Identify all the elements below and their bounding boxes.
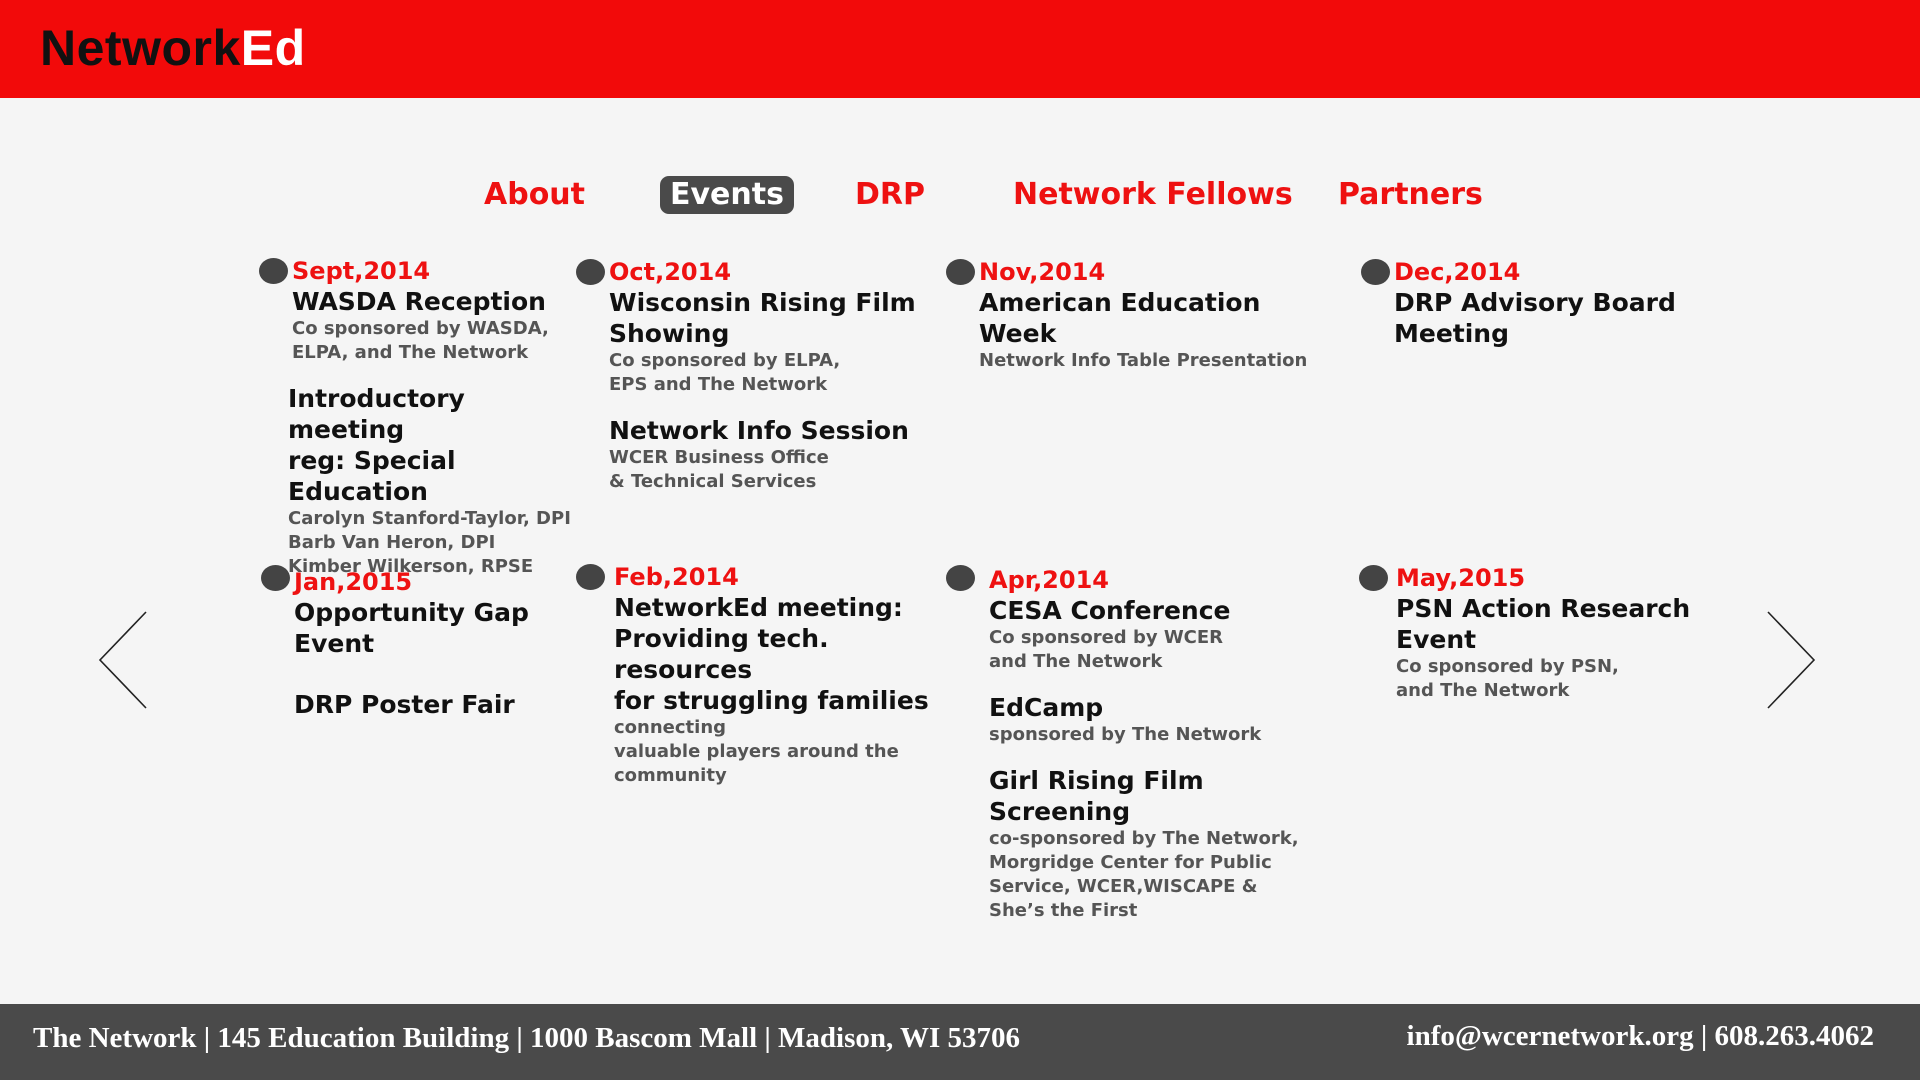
nav-about[interactable]: About <box>484 176 585 214</box>
event-date: Apr,2014 <box>989 566 1109 594</box>
event-date: Feb,2014 <box>614 563 739 591</box>
timeline-dot <box>576 259 605 285</box>
timeline-dot <box>1361 259 1390 285</box>
event-entry: PSN Action Research Event Co sponsored b… <box>1396 593 1776 703</box>
event-entry: Introductory meeting reg: Special Educat… <box>288 383 582 579</box>
event-jan-2015: Jan,2015 Opportunity Gap Event DRP Poste… <box>261 565 574 720</box>
event-title: EdCamp <box>989 693 1104 722</box>
event-desc: Co sponsored by WASDA, ELPA, and The Net… <box>292 318 549 363</box>
event-title: Opportunity Gap Event <box>294 598 529 658</box>
event-desc: connecting valuable players around the c… <box>614 717 899 786</box>
nav-events[interactable]: Events <box>660 176 794 214</box>
event-title: WASDA Reception <box>292 287 546 316</box>
event-date: May,2015 <box>1396 564 1526 592</box>
footer-address: The Network | 145 Education Building | 1… <box>33 1022 1021 1054</box>
event-dec-2014: Dec,2014 DRP Advisory Board Meeting <box>1361 257 1794 349</box>
event-date: Jan,2015 <box>294 568 413 596</box>
event-entry: American Education Week Network Info Tab… <box>979 287 1339 373</box>
event-desc: Co sponsored by WCER and The Network <box>989 627 1224 672</box>
event-desc: Co sponsored by ELPA, EPS and The Networ… <box>609 350 841 395</box>
event-entry: Opportunity Gap Event <box>294 597 574 659</box>
event-title: CESA Conference <box>989 596 1231 625</box>
timeline-dot <box>946 565 975 591</box>
event-desc: co-sponsored by The Network, Morgridge C… <box>989 828 1299 921</box>
footer-bar: The Network | 145 Education Building | 1… <box>0 1004 1920 1080</box>
nav-network-fellows[interactable]: Network Fellows <box>1013 176 1293 214</box>
event-date: Nov,2014 <box>979 258 1106 286</box>
event-entry: EdCamp sponsored by The Network <box>989 692 1329 747</box>
event-title: Girl Rising Film Screening <box>989 766 1204 826</box>
prev-arrow-icon[interactable] <box>98 610 148 710</box>
timeline-dot <box>259 258 288 284</box>
nav-partners[interactable]: Partners <box>1338 176 1483 214</box>
timeline-dot <box>1359 565 1388 591</box>
event-title: Wisconsin Rising Film Showing <box>609 288 916 348</box>
event-date: Oct,2014 <box>609 258 732 286</box>
event-feb-2014: Feb,2014 NetworkEd meeting: Providing te… <box>576 562 954 788</box>
event-entry: Wisconsin Rising Film Showing Co sponsor… <box>609 287 939 397</box>
logo-text-network: Network <box>40 20 241 76</box>
header-bar: NetworkEd <box>0 0 1920 98</box>
event-title: DRP Advisory Board Meeting <box>1394 288 1676 348</box>
event-title: Introductory meeting reg: Special Educat… <box>288 384 465 506</box>
event-sept-2014: Sept,2014 WASDA Reception Co sponsored b… <box>259 256 582 579</box>
event-apr-2014: Apr,2014 CESA Conference Co sponsored by… <box>946 565 1329 923</box>
event-desc: WCER Business Office & Technical Service… <box>609 447 829 492</box>
event-entry: NetworkEd meeting: Providing tech. resou… <box>614 592 954 788</box>
timeline-dot <box>261 565 290 591</box>
event-entry: Network Info Session WCER Business Offic… <box>609 415 939 494</box>
event-title: Network Info Session <box>609 416 909 445</box>
timeline-dot <box>946 259 975 285</box>
site-logo[interactable]: NetworkEd <box>40 18 306 78</box>
event-nov-2014: Nov,2014 American Education Week Network… <box>946 257 1339 373</box>
event-title: American Education Week <box>979 288 1261 348</box>
footer-contact[interactable]: info@wcernetwork.org | 608.263.4062 <box>1407 1020 1874 1053</box>
event-entry: CESA Conference Co sponsored by WCER and… <box>989 595 1329 674</box>
event-desc: Network Info Table Presentation <box>979 350 1308 371</box>
event-title: NetworkEd meeting: Providing tech. resou… <box>614 593 929 715</box>
event-desc: sponsored by The Network <box>989 724 1262 745</box>
event-entry: DRP Poster Fair <box>294 689 574 720</box>
logo-text-ed: Ed <box>240 20 306 76</box>
event-date: Sept,2014 <box>292 257 431 285</box>
event-title: PSN Action Research Event <box>1396 594 1691 654</box>
event-date: Dec,2014 <box>1394 258 1521 286</box>
event-title: DRP Poster Fair <box>294 690 515 719</box>
event-desc: Co sponsored by PSN, and The Network <box>1396 656 1619 701</box>
event-may-2015: May,2015 PSN Action Research Event Co sp… <box>1359 563 1776 703</box>
event-entry: WASDA Reception Co sponsored by WASDA, E… <box>292 286 582 365</box>
event-entry: Girl Rising Film Screening co-sponsored … <box>989 765 1329 923</box>
event-oct-2014: Oct,2014 Wisconsin Rising Film Showing C… <box>576 257 939 494</box>
nav-drp[interactable]: DRP <box>855 176 925 214</box>
event-entry: DRP Advisory Board Meeting <box>1394 287 1794 349</box>
next-arrow-icon[interactable] <box>1766 610 1816 710</box>
timeline-dot <box>576 564 605 590</box>
